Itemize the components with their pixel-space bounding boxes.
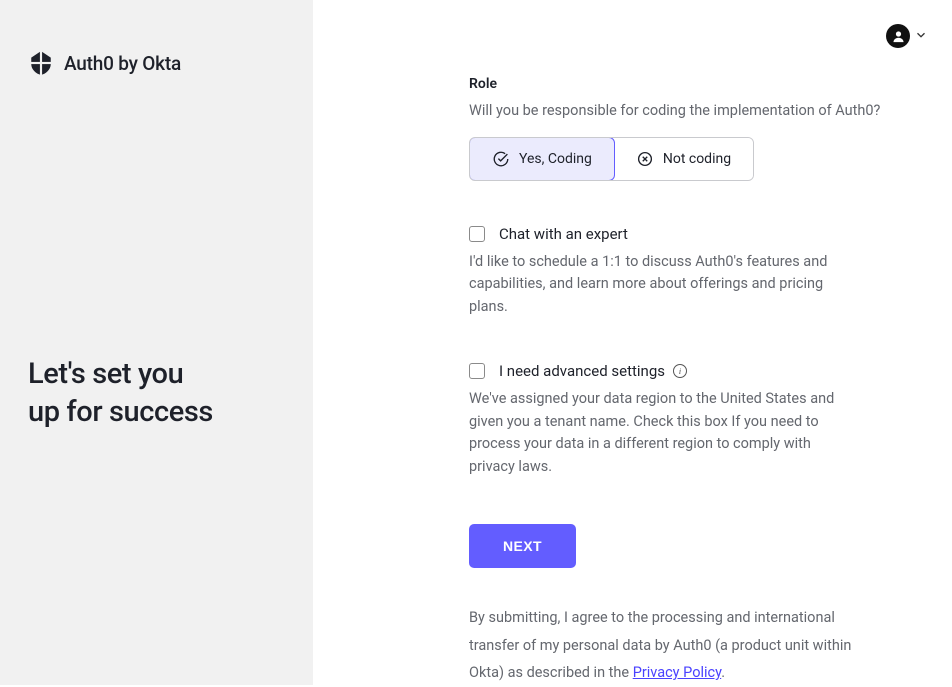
- headline-line-2: up for success: [28, 395, 213, 429]
- advanced-settings-label: I need advanced settings: [499, 362, 665, 380]
- avatar[interactable]: [886, 24, 910, 48]
- advanced-settings-checkbox[interactable]: [469, 363, 485, 379]
- form-content: Role Will you be responsible for coding …: [469, 76, 888, 687]
- topbar: [337, 24, 928, 48]
- role-option-yes[interactable]: Yes, Coding: [469, 137, 615, 181]
- agreement-post: .: [721, 664, 725, 681]
- role-section: Role Will you be responsible for coding …: [469, 76, 888, 181]
- role-label: Role: [469, 76, 888, 92]
- brand-name: Auth0 by Okta: [64, 52, 181, 75]
- auth0-logo-icon: [28, 50, 54, 76]
- privacy-policy-link[interactable]: Privacy Policy: [633, 664, 722, 681]
- chevron-down-icon[interactable]: [914, 27, 928, 46]
- sidebar: Auth0 by Okta Let's set you up for succe…: [0, 0, 313, 685]
- main: Role Will you be responsible for coding …: [313, 0, 952, 685]
- chat-expert-checkbox[interactable]: [469, 226, 485, 242]
- expert-section: Chat with an expert I'd like to schedule…: [469, 225, 888, 318]
- info-icon[interactable]: i: [673, 364, 687, 378]
- sidebar-headline: Let's set you up for success: [28, 356, 285, 431]
- chat-expert-description: I'd like to schedule a 1:1 to discuss Au…: [469, 251, 849, 318]
- chat-expert-label: Chat with an expert: [499, 225, 628, 243]
- headline-line-1: Let's set you: [28, 357, 183, 391]
- check-circle-icon: [492, 150, 510, 168]
- x-circle-icon: [636, 150, 654, 168]
- role-question: Will you be responsible for coding the i…: [469, 100, 888, 121]
- brand: Auth0 by Okta: [28, 50, 285, 76]
- role-toggle-group: Yes, Coding Not coding: [469, 137, 754, 181]
- advanced-section: I need advanced settings i We've assigne…: [469, 362, 888, 478]
- advanced-settings-description: We've assigned your data region to the U…: [469, 388, 849, 478]
- next-button[interactable]: NEXT: [469, 524, 576, 568]
- role-option-no-label: Not coding: [663, 151, 731, 167]
- agreement-text: By submitting, I agree to the processing…: [469, 604, 888, 687]
- role-option-yes-label: Yes, Coding: [519, 151, 592, 167]
- role-option-no[interactable]: Not coding: [614, 138, 753, 180]
